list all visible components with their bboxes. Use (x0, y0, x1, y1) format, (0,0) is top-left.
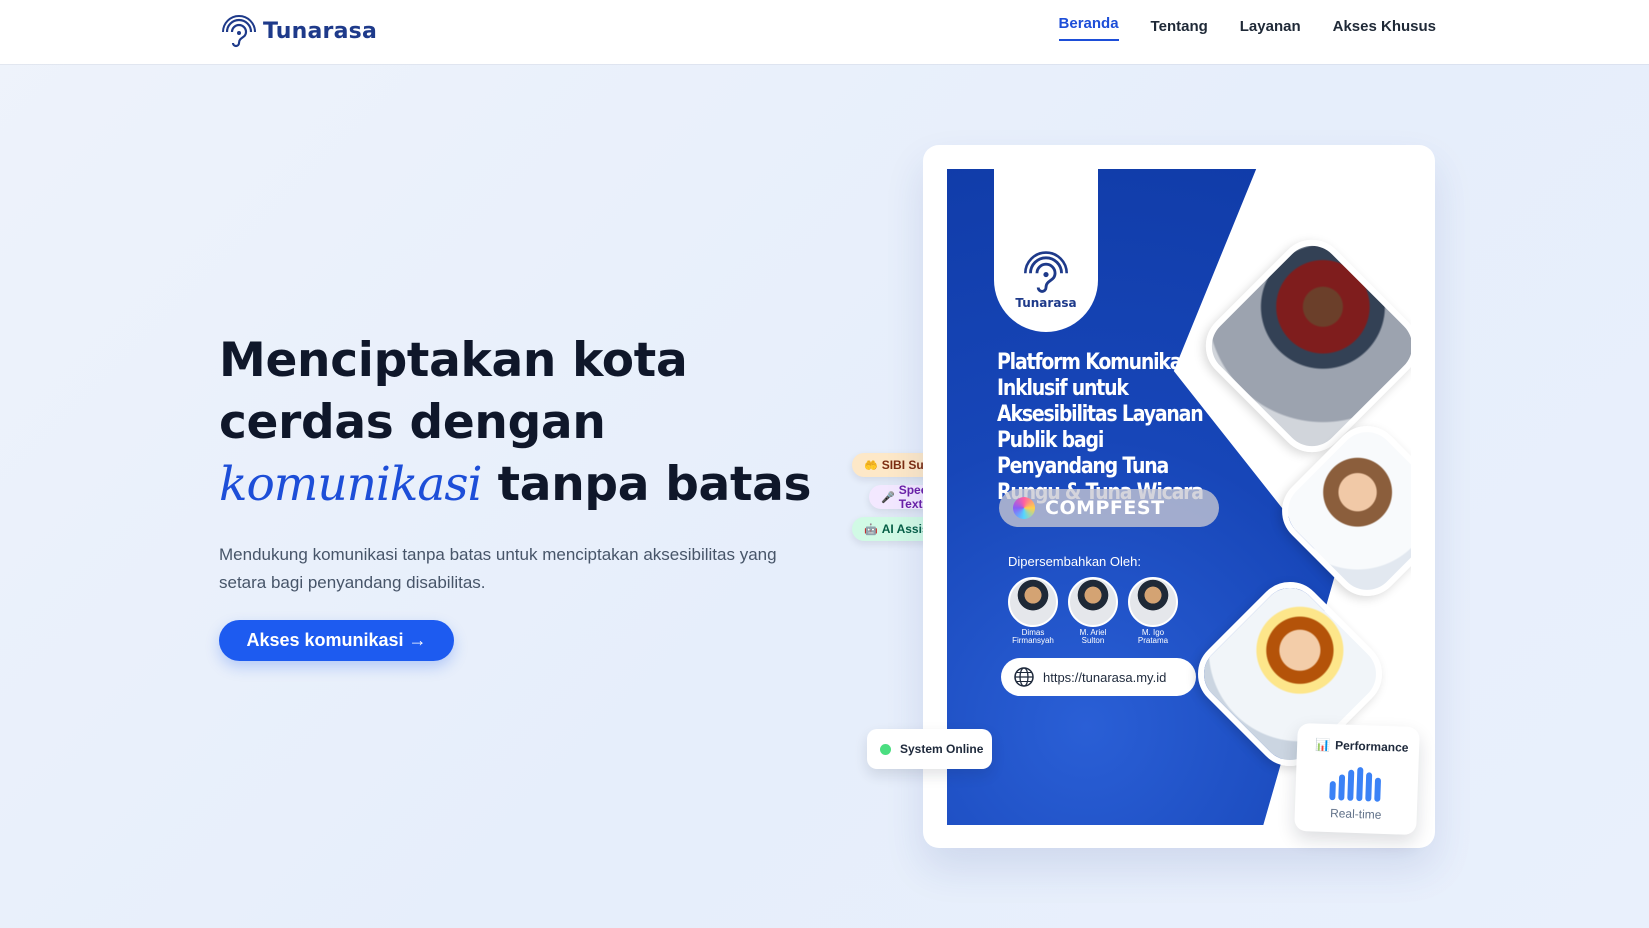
ear-wave-icon (222, 15, 256, 48)
avatar (1128, 577, 1178, 627)
performance-subtitle: Real-time (1329, 806, 1382, 822)
robot-icon: 🤖 (864, 523, 878, 536)
website-url-pill: https://tunarasa.my.id (1001, 658, 1196, 696)
avatar (1008, 577, 1058, 627)
presented-by-label: Dipersembahkan Oleh: (1008, 554, 1141, 569)
performance-header: 📊 Performance (1315, 738, 1409, 755)
performance-bar (1356, 767, 1364, 802)
team-member: M. Igo Pratama (1127, 577, 1179, 645)
hero-title-accent: komunikasi (219, 457, 483, 512)
member-name: Dimas Firmansyah (1012, 628, 1054, 645)
nav-link-tentang[interactable]: Tentang (1151, 18, 1208, 41)
team-member: M. Ariel Sulton (1067, 577, 1119, 645)
performance-title: Performance (1334, 738, 1409, 755)
hero-title-part2: tanpa batas (481, 457, 812, 512)
performance-bar (1338, 774, 1346, 801)
hero-subtitle: Mendukung komunikasi tanpa batas untuk m… (219, 545, 777, 592)
performance-bar (1365, 772, 1373, 802)
brand-logo[interactable]: Tunarasa (219, 14, 377, 48)
status-dot-icon (880, 743, 891, 755)
performance-bar (1347, 769, 1355, 801)
performance-card: 📊 Performance Real-time (1294, 722, 1420, 836)
website-url: https://tunarasa.my.id (1043, 669, 1167, 685)
poster-logo-name: Tunarasa (1015, 296, 1077, 310)
compfest-label: COMPFEST (1045, 497, 1165, 519)
compfest-logo-icon (1013, 497, 1035, 519)
hands-icon: 🤲 (864, 459, 878, 472)
team-member: Dimas Firmansyah (1007, 577, 1059, 645)
nav-link-layanan[interactable]: Layanan (1240, 18, 1301, 41)
nav-link-akses-khusus[interactable]: Akses Khusus (1333, 18, 1436, 41)
hero-title-part1: Menciptakan kota cerdas dengan (219, 333, 688, 450)
brand-name: Tunarasa (263, 18, 377, 44)
system-status-card: System Online (867, 729, 992, 769)
performance-bars (1329, 766, 1390, 802)
system-status-label: System Online (900, 742, 984, 756)
performance-bar (1374, 777, 1382, 802)
akses-komunikasi-button[interactable]: Akses komunikasi → (219, 620, 454, 661)
ear-wave-icon (1024, 251, 1068, 293)
member-name: M. Igo Pratama (1137, 628, 1169, 645)
hero-title: Menciptakan kota cerdas dengan komunikas… (219, 330, 819, 516)
poster-headline: Platform Komunikasi Inklusif untuk Akses… (997, 350, 1204, 505)
bar-chart-icon: 📊 (1314, 737, 1331, 753)
poster-logo-tab: Tunarasa (994, 169, 1098, 332)
globe-icon (1014, 667, 1034, 687)
performance-bar (1329, 781, 1336, 801)
team-members: Dimas Firmansyah M. Ariel Sulton M. Igo … (1007, 577, 1179, 645)
top-navbar: Tunarasa Beranda Tentang Layanan Akses K… (0, 0, 1649, 64)
member-name: M. Ariel Sulton (1079, 628, 1107, 645)
main-nav: Beranda Tentang Layanan Akses Khusus (1058, 15, 1436, 41)
nav-link-beranda[interactable]: Beranda (1058, 15, 1119, 41)
avatar (1068, 577, 1118, 627)
compfest-badge: COMPFEST (999, 489, 1219, 527)
microphone-icon: 🎤 (881, 491, 895, 504)
